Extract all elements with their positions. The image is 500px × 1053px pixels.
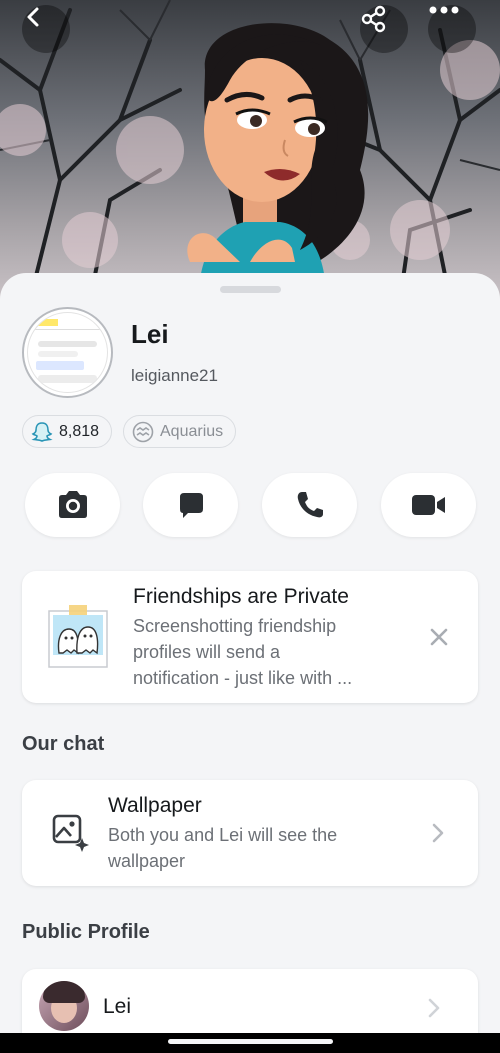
profile-hero	[0, 0, 500, 300]
chat-button[interactable]	[143, 473, 238, 537]
system-navigation-bar	[0, 1033, 500, 1053]
ghost-icon	[31, 421, 53, 442]
back-button[interactable]	[22, 5, 70, 53]
privacy-card-line-2: profiles will send a	[133, 642, 281, 662]
share-button[interactable]	[360, 5, 408, 53]
username: leigianne21	[131, 366, 218, 385]
friendship-privacy-card[interactable]: Friendships are Private Screenshotting f…	[22, 571, 478, 703]
video-camera-icon	[411, 495, 445, 515]
chevron-right-icon	[432, 823, 444, 843]
public-profile-row[interactable]: Lei	[22, 969, 478, 1033]
more-options-button[interactable]	[428, 5, 476, 53]
chevron-left-icon	[27, 7, 39, 27]
public-profile-avatar	[39, 981, 89, 1031]
chat-bubble-icon	[179, 493, 203, 518]
privacy-card-line-3: notification - just like with ...	[133, 668, 353, 688]
sheet-grabber[interactable]	[220, 286, 281, 293]
avatar-screenshot-thumbnail	[27, 312, 108, 393]
wallpaper-desc-line-2: wallpaper	[108, 851, 186, 871]
zodiac-badge[interactable]: Aquarius	[123, 415, 237, 448]
camera-icon	[58, 491, 87, 518]
privacy-card-title: Friendships are Private	[133, 585, 349, 608]
wallpaper-title: Wallpaper	[108, 794, 202, 817]
share-icon	[361, 5, 386, 33]
ghosts-photo-icon	[48, 605, 108, 668]
more-horizontal-icon	[429, 6, 459, 14]
zodiac-label: Aquarius	[160, 422, 224, 440]
display-name: Lei	[131, 319, 169, 349]
snap-score-value: 8,818	[59, 422, 100, 440]
phone-icon	[297, 492, 323, 518]
public-profile-heading: Public Profile	[22, 921, 150, 943]
chevron-right-icon	[428, 998, 440, 1018]
bitmoji-background	[0, 0, 500, 300]
aquarius-icon	[132, 421, 154, 442]
wallpaper-desc-line-1: Both you and Lei will see the	[108, 825, 338, 845]
camera-button[interactable]	[25, 473, 120, 537]
call-button[interactable]	[262, 473, 357, 537]
video-call-button[interactable]	[381, 473, 476, 537]
wallpaper-row[interactable]: Wallpaper Both you and Lei will see the …	[22, 780, 478, 886]
wallpaper-icon	[52, 814, 89, 852]
snap-score-badge[interactable]: 8,818	[22, 415, 113, 448]
public-profile-name: Lei	[103, 995, 132, 1018]
close-icon[interactable]	[430, 628, 448, 646]
home-indicator[interactable]	[168, 1039, 333, 1044]
profile-sheet[interactable]: Lei leigianne21 8,818 Aquarius Friendshi…	[0, 273, 500, 1033]
profile-avatar[interactable]	[22, 307, 113, 398]
privacy-card-line-1: Screenshotting friendship	[133, 616, 337, 636]
our-chat-heading: Our chat	[22, 733, 105, 755]
